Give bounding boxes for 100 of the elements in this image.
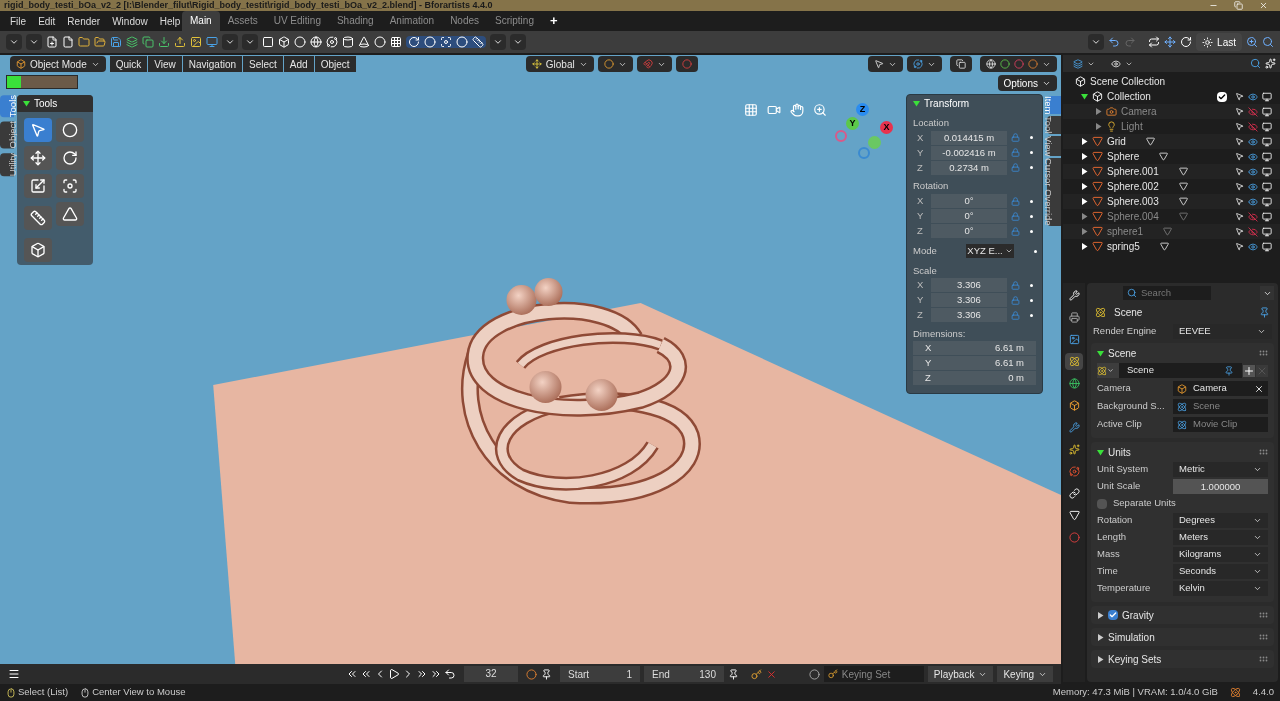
options-button[interactable]: Options bbox=[997, 75, 1057, 91]
axis-label: Y bbox=[917, 208, 925, 223]
axis-label[interactable]: Y bbox=[846, 117, 859, 130]
header-menu[interactable]: View bbox=[148, 56, 182, 72]
axis-label: X bbox=[925, 340, 932, 355]
outliner-item[interactable]: Sphere.002 bbox=[1107, 179, 1159, 194]
object-field[interactable]: Camera bbox=[1173, 381, 1268, 396]
field-value: 1 bbox=[626, 667, 632, 682]
dropdown[interactable]: Metric bbox=[1173, 462, 1268, 477]
number-field[interactable]: 1.000000 bbox=[1173, 479, 1268, 494]
workspace-tab[interactable]: Nodes bbox=[442, 11, 488, 31]
outliner-root[interactable]: Scene Collection bbox=[1090, 74, 1166, 89]
axis-label: Y bbox=[917, 293, 925, 308]
workspace-tab[interactable]: Animation bbox=[381, 11, 443, 31]
section-label: Dimensions: bbox=[912, 326, 967, 341]
last-operator-button[interactable]: Last bbox=[1196, 33, 1242, 51]
outliner-item[interactable]: Collection bbox=[1107, 89, 1151, 104]
axis-label[interactable]: X bbox=[880, 121, 893, 134]
dropdown[interactable]: Meters bbox=[1173, 530, 1268, 545]
number-field[interactable]: 0° bbox=[931, 224, 1007, 238]
rotation-mode-dropdown[interactable]: XYZ E... bbox=[966, 244, 1014, 258]
header-menu[interactable]: Object bbox=[314, 56, 356, 72]
number-field[interactable]: 3.306 bbox=[931, 308, 1007, 323]
dropdown[interactable]: Kelvin bbox=[1173, 581, 1268, 596]
field-label: Unit System bbox=[1097, 462, 1150, 477]
side-tab[interactable]: Tool bbox=[1047, 116, 1061, 134]
axis-label[interactable]: Z bbox=[856, 103, 869, 116]
field-label: Mode bbox=[913, 243, 938, 258]
keying-dropdown[interactable]: Keying bbox=[997, 666, 1053, 682]
number-field[interactable]: 3.306 bbox=[931, 278, 1007, 293]
datablock-name-field[interactable]: Scene bbox=[1119, 363, 1242, 378]
outliner-item[interactable]: Camera bbox=[1121, 104, 1157, 119]
workspace-tab[interactable]: Shading bbox=[328, 11, 382, 31]
axis-label: Y bbox=[917, 145, 925, 160]
section-header[interactable]: Units bbox=[1108, 444, 1131, 460]
outliner-item[interactable]: spring5 bbox=[1107, 239, 1140, 254]
dropdown[interactable]: Degrees bbox=[1173, 513, 1268, 528]
workspace-tab[interactable]: Main bbox=[182, 11, 220, 31]
axis-label: Y bbox=[925, 355, 932, 370]
dimension-field[interactable]: X 6.61 m bbox=[913, 341, 1036, 356]
outliner-item[interactable]: sphere1 bbox=[1107, 224, 1144, 239]
panel-title: Tools bbox=[34, 97, 58, 111]
outliner-item[interactable]: Sphere bbox=[1107, 149, 1140, 164]
workspace-tab[interactable]: Assets bbox=[219, 11, 266, 31]
panel-title: Transform bbox=[924, 97, 970, 111]
menu-item[interactable]: Edit bbox=[38, 13, 56, 29]
menu-item[interactable]: Help bbox=[159, 13, 181, 29]
object-field[interactable]: Movie Clip bbox=[1173, 417, 1268, 432]
dimension-field[interactable]: Z 0 m bbox=[913, 371, 1036, 386]
menu-item[interactable]: File bbox=[10, 13, 27, 29]
checkbox-label: Separate Units bbox=[1113, 496, 1176, 511]
object-field[interactable]: Scene bbox=[1173, 399, 1268, 414]
orientation-dropdown[interactable]: Global bbox=[525, 56, 594, 72]
number-field[interactable]: 0.014415 m bbox=[931, 130, 1007, 145]
mode-dropdown[interactable]: Object Mode bbox=[10, 56, 106, 72]
side-tab[interactable]: View bbox=[1047, 135, 1061, 157]
axis-label: Z bbox=[917, 160, 924, 175]
menu-item[interactable]: Render bbox=[67, 13, 101, 29]
start-frame-field[interactable]: Start 1 bbox=[560, 666, 640, 682]
number-field[interactable]: -0.002416 m bbox=[931, 145, 1007, 160]
side-tab[interactable]: Item bbox=[1047, 96, 1061, 115]
current-frame-field[interactable]: 32 bbox=[464, 666, 518, 682]
header-menu[interactable]: Quick bbox=[109, 56, 148, 72]
search-field[interactable]: Search bbox=[1123, 286, 1211, 300]
end-frame-field[interactable]: End 130 bbox=[644, 666, 724, 682]
add-workspace-button[interactable]: + bbox=[541, 11, 566, 31]
dimension-value: 6.61 m bbox=[994, 355, 1024, 370]
axis-label: X bbox=[917, 130, 925, 145]
side-tab[interactable]: Cursor Override bbox=[1047, 158, 1061, 226]
workspace-tab[interactable]: UV Editing bbox=[265, 11, 329, 31]
dimension-field[interactable]: Y 6.61 m bbox=[913, 356, 1036, 371]
axis-label: Z bbox=[925, 370, 931, 385]
keying-set-field[interactable]: Keying Set bbox=[823, 666, 924, 682]
menu-item[interactable]: Window bbox=[112, 13, 148, 29]
axis-label: X bbox=[917, 278, 925, 293]
number-field[interactable]: 3.306 bbox=[931, 293, 1007, 308]
section-header[interactable]: Scene bbox=[1108, 345, 1137, 361]
outliner-item[interactable]: Grid bbox=[1107, 134, 1126, 149]
side-tab[interactable]: Tools bbox=[0, 95, 14, 118]
field-label: Active Clip bbox=[1097, 417, 1143, 432]
number-field[interactable]: 0° bbox=[931, 209, 1007, 223]
field-label: Render Engine bbox=[1093, 323, 1158, 338]
header-menu[interactable]: Navigation bbox=[182, 56, 243, 72]
section-header[interactable]: Gravity bbox=[1122, 607, 1154, 623]
dropdown[interactable]: Kilograms bbox=[1173, 547, 1268, 562]
dropdown[interactable]: Seconds bbox=[1173, 564, 1268, 579]
header-menu[interactable]: Select bbox=[243, 56, 283, 72]
field-label: End bbox=[652, 667, 670, 682]
number-field[interactable]: 0° bbox=[931, 194, 1007, 208]
outliner-item[interactable]: Sphere.004 bbox=[1107, 209, 1159, 224]
workspace-tab[interactable]: Scripting bbox=[487, 11, 542, 31]
header-menu[interactable]: Add bbox=[283, 56, 314, 72]
version-label: 4.4.0 bbox=[1252, 685, 1274, 700]
playback-dropdown[interactable]: Playback bbox=[927, 666, 994, 682]
dimension-value: 0 m bbox=[1008, 370, 1024, 385]
axis-label: X bbox=[917, 193, 925, 208]
axis-label: Z bbox=[917, 308, 924, 323]
number-field[interactable]: 0.2734 m bbox=[931, 160, 1007, 175]
field-label: Camera bbox=[1097, 381, 1132, 396]
outliner-item[interactable]: Light bbox=[1121, 119, 1143, 134]
